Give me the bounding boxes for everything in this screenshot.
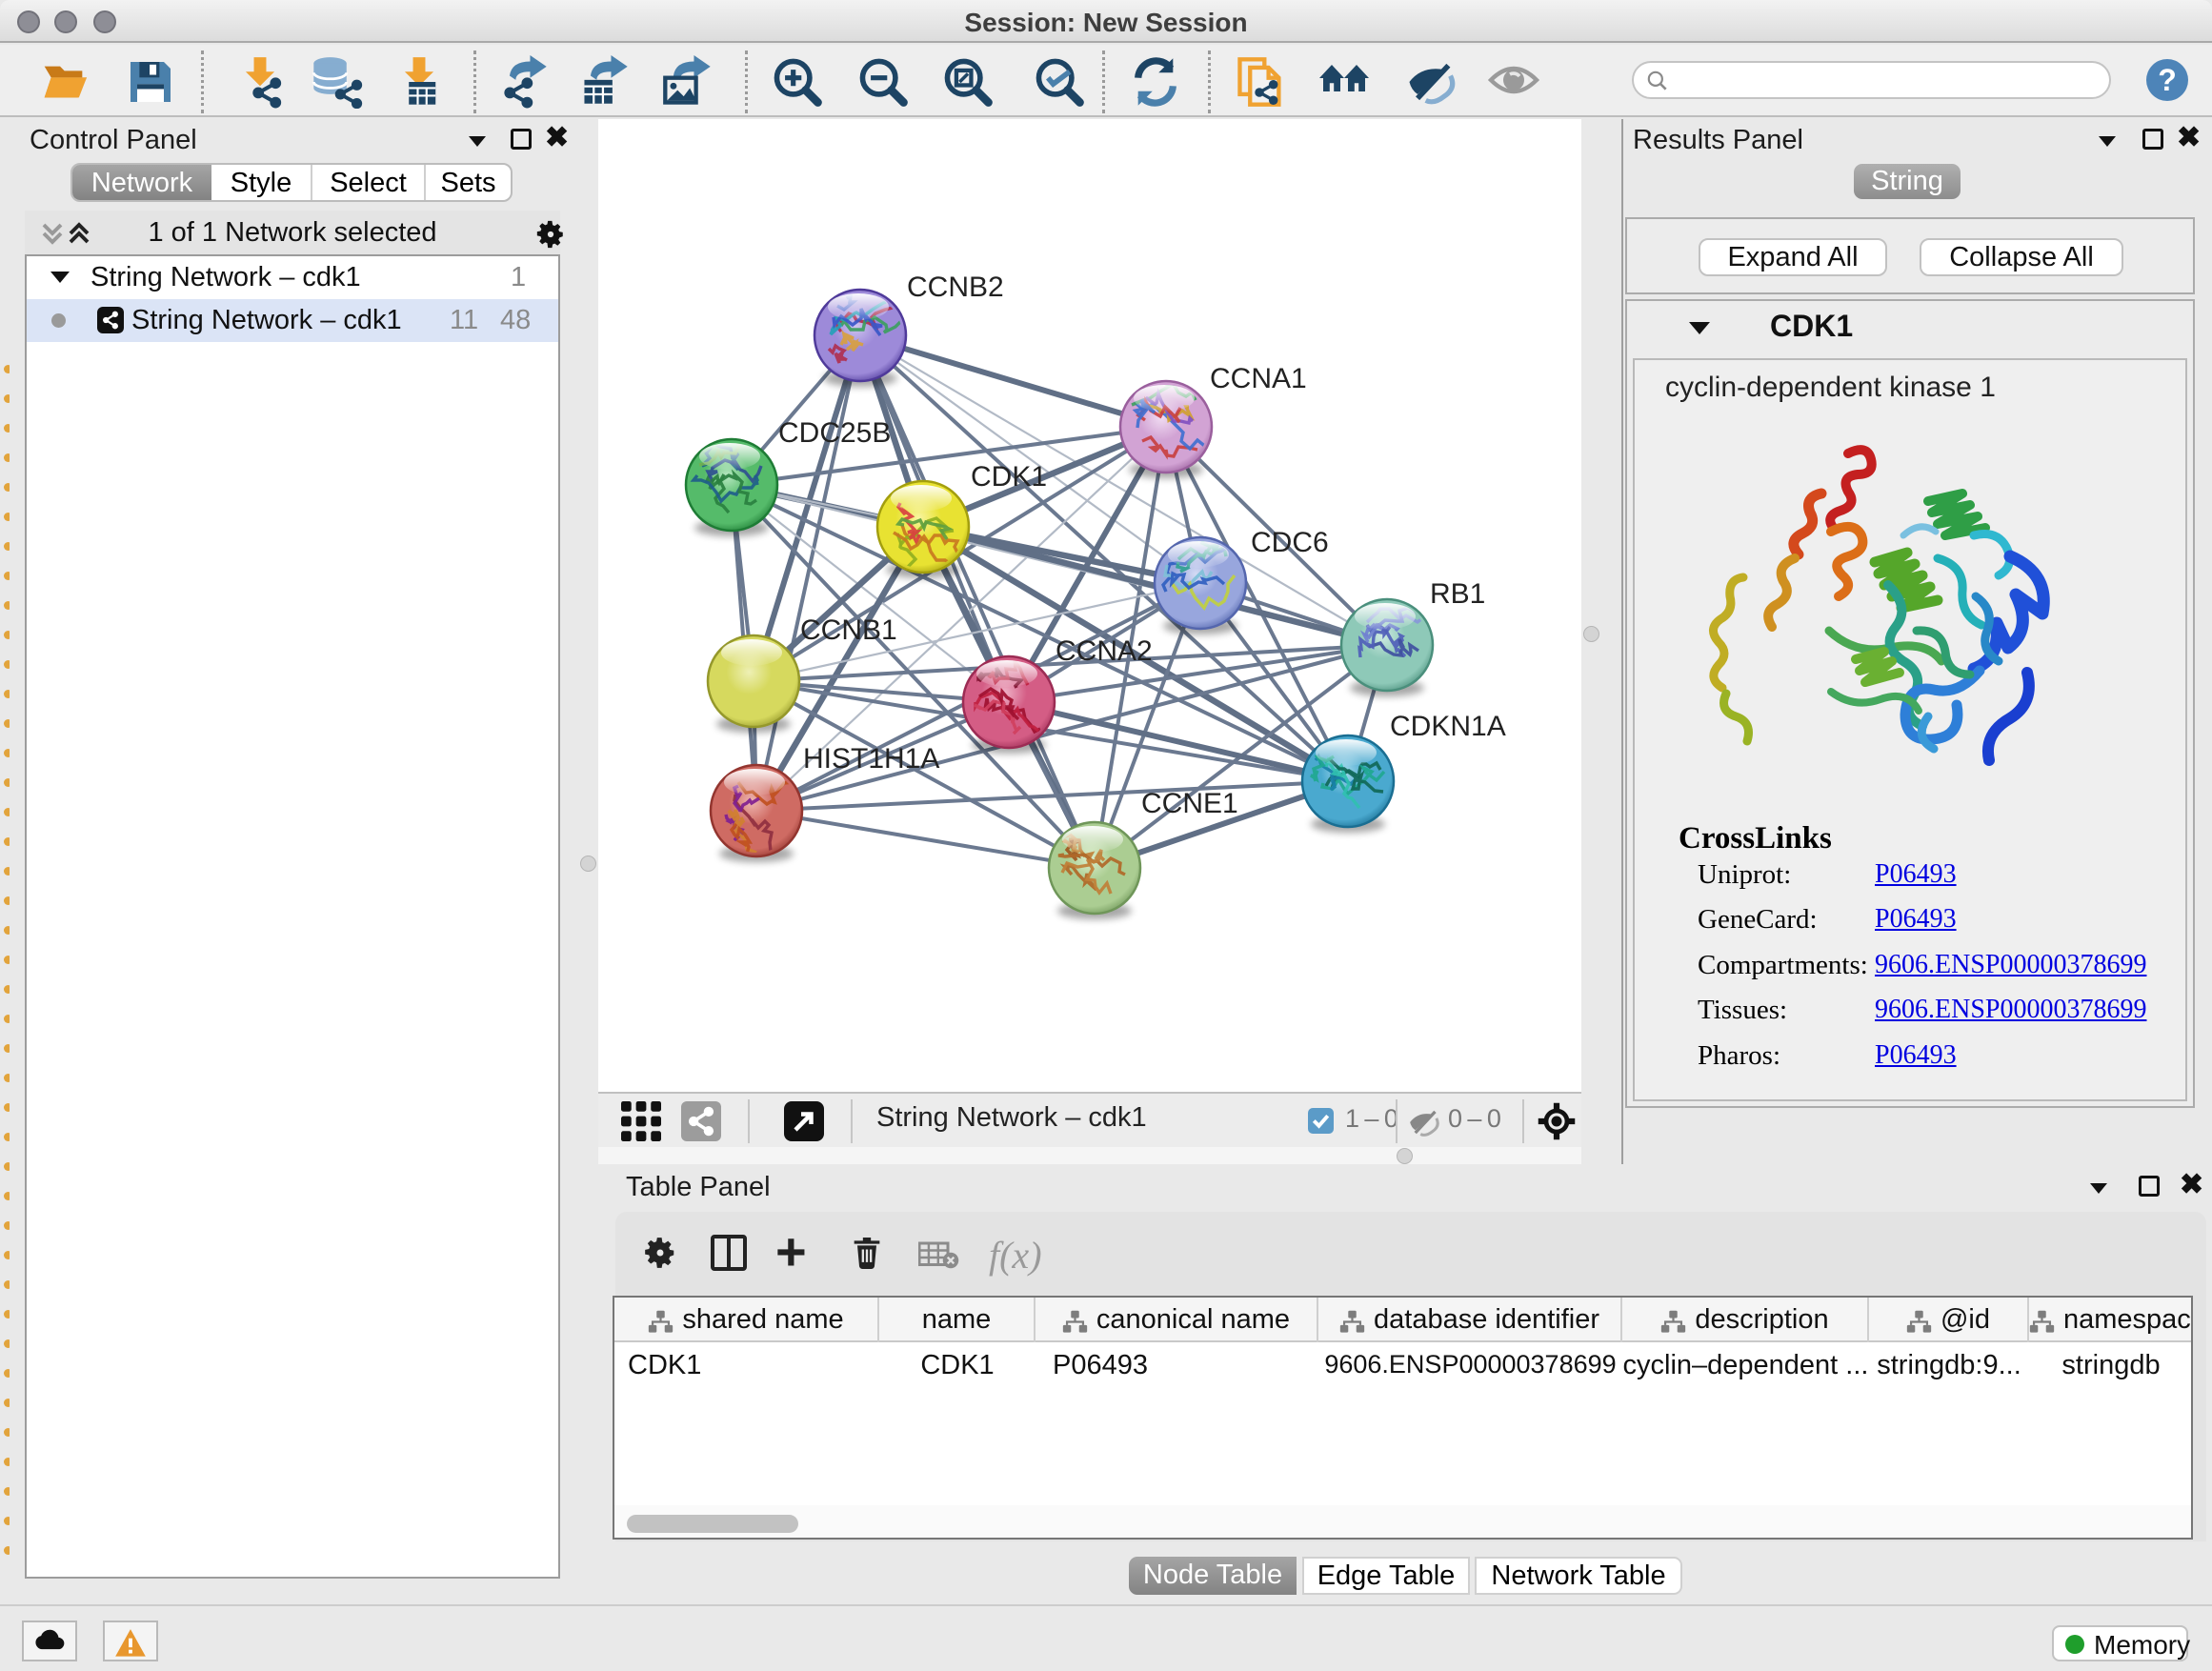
svg-text:CCNA2: CCNA2 bbox=[1056, 635, 1153, 667]
svg-text:CCNB1: CCNB1 bbox=[800, 614, 897, 646]
svg-text:CDK1: CDK1 bbox=[971, 461, 1047, 493]
svg-text:RB1: RB1 bbox=[1430, 578, 1485, 610]
svg-text:CCNE1: CCNE1 bbox=[1141, 788, 1238, 819]
svg-text:CDC6: CDC6 bbox=[1251, 527, 1329, 558]
svg-text:CCNB2: CCNB2 bbox=[907, 272, 1004, 303]
svg-text:CDKN1A: CDKN1A bbox=[1390, 711, 1506, 742]
svg-text:CCNA1: CCNA1 bbox=[1210, 363, 1307, 394]
svg-text:HIST1H1A: HIST1H1A bbox=[803, 743, 939, 775]
svg-text:CDC25B: CDC25B bbox=[778, 417, 891, 449]
